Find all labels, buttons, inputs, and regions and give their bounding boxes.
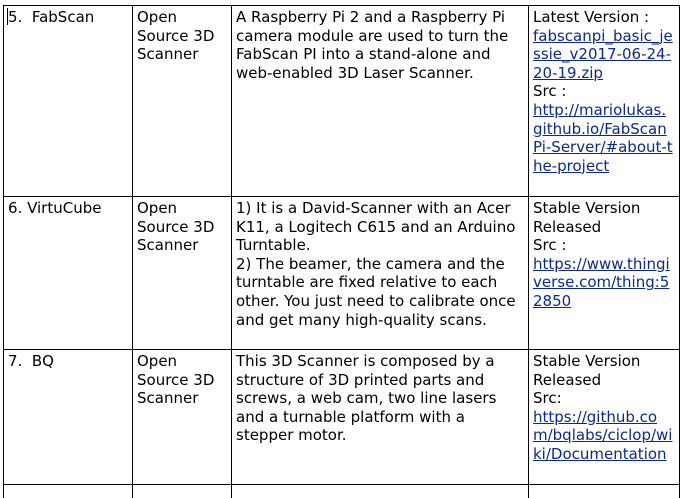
row-category: Open Source 3D Scanner xyxy=(137,352,215,408)
download-link[interactable]: fabscanpi_basic_jessie_v2017-06-24-20-19… xyxy=(533,27,675,83)
row-index: 7. BQ xyxy=(8,352,54,370)
status-label: Latest Version : xyxy=(533,8,650,26)
row-category-cell xyxy=(132,484,232,498)
row-description-point-1: 1) It is a David-Scanner with an Acer K1… xyxy=(236,199,516,255)
row-status-cell: Stable Version Released Src: https://git… xyxy=(528,349,680,485)
document-page: 5. FabScan Open Source 3D Scanner A Rasp… xyxy=(0,0,683,498)
row-index-cell: 5. FabScan xyxy=(3,5,133,197)
status-label: Stable Version Released xyxy=(533,199,641,236)
source-link[interactable]: https://github.com/bqlabs/ciclop/wiki/Do… xyxy=(533,408,675,464)
row-description-cell: This 3D Scanner is composed by a structu… xyxy=(231,349,529,485)
scanner-table: 5. FabScan Open Source 3D Scanner A Rasp… xyxy=(3,5,680,498)
table-row: 6. VirtuCube Open Source 3D Scanner 1) I… xyxy=(3,196,680,350)
src-label: Src : xyxy=(533,82,567,101)
src-label: Src : xyxy=(533,236,567,255)
row-status-cell xyxy=(528,484,680,498)
table-row: 7. BQ Open Source 3D Scanner This 3D Sca… xyxy=(3,349,680,485)
row-description-cell: 1) It is a David-Scanner with an Acer K1… xyxy=(231,196,529,350)
source-link[interactable]: http://mariolukas.github.io/FabScanPi-Se… xyxy=(533,101,675,175)
row-category: Open Source 3D Scanner xyxy=(137,8,215,64)
row-description-point-2: 2) The beamer, the camera and the turnta… xyxy=(236,254,516,329)
row-index: 6. VirtuCube xyxy=(8,199,102,217)
row-status-cell: Stable Version Released Src : https://ww… xyxy=(528,196,680,350)
table-row: 5. FabScan Open Source 3D Scanner A Rasp… xyxy=(3,5,680,197)
table-row xyxy=(3,484,680,498)
row-category: Open Source 3D Scanner xyxy=(137,199,215,255)
row-description-cell: A Raspberry Pi 2 and a Raspberry Pi came… xyxy=(231,5,529,197)
row-description: A Raspberry Pi 2 and a Raspberry Pi came… xyxy=(236,8,509,82)
row-description-cell xyxy=(231,484,529,498)
source-link[interactable]: https://www.thingiverse.com/thing:52850 xyxy=(533,255,675,311)
row-index-cell: 6. VirtuCube xyxy=(3,196,133,350)
row-category-cell: Open Source 3D Scanner xyxy=(132,5,232,197)
row-description: This 3D Scanner is composed by a structu… xyxy=(236,352,497,445)
row-index-cell: 7. BQ xyxy=(3,349,133,485)
row-index: 5. FabScan xyxy=(8,8,95,26)
src-label: Src: xyxy=(533,389,562,408)
row-index-cell xyxy=(3,484,133,498)
row-category-cell: Open Source 3D Scanner xyxy=(132,196,232,350)
row-status-cell: Latest Version : fabscanpi_basic_jessie_… xyxy=(528,5,680,197)
row-category-cell: Open Source 3D Scanner xyxy=(132,349,232,485)
status-label: Stable Version Released xyxy=(533,352,641,389)
